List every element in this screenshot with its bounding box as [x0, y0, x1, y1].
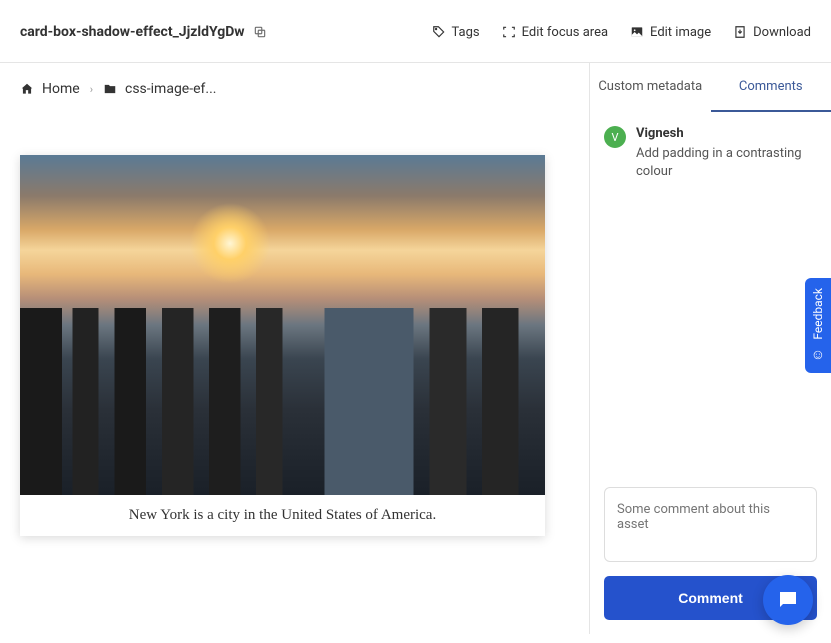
- copy-icon[interactable]: [253, 25, 267, 39]
- download-label: Download: [753, 25, 811, 40]
- tab-metadata[interactable]: Custom metadata: [590, 63, 711, 112]
- main-content: Home › css-image-ef... New York is a cit…: [0, 63, 831, 634]
- download-button[interactable]: Download: [733, 25, 811, 40]
- right-panel: Custom metadata Comments V Vignesh Add p…: [589, 63, 831, 634]
- tag-icon: [432, 25, 446, 39]
- smile-icon: ☺: [811, 346, 825, 363]
- comment-text: Add padding in a contrasting colour: [636, 145, 817, 181]
- edit-focus-button[interactable]: Edit focus area: [502, 25, 608, 40]
- focus-icon: [502, 25, 516, 39]
- asset-title: card-box-shadow-effect_JjzldYgDw: [20, 24, 245, 40]
- image-icon: [630, 25, 644, 39]
- download-icon: [733, 25, 747, 39]
- edit-focus-label: Edit focus area: [522, 25, 608, 40]
- image-caption: New York is a city in the United States …: [20, 495, 545, 536]
- chat-icon: [776, 588, 800, 612]
- breadcrumb-folder[interactable]: css-image-ef...: [103, 81, 216, 97]
- tabs: Custom metadata Comments: [590, 63, 831, 112]
- breadcrumb: Home › css-image-ef...: [20, 81, 569, 97]
- left-panel: Home › css-image-ef... New York is a cit…: [0, 63, 589, 634]
- folder-icon: [103, 82, 117, 96]
- edit-image-button[interactable]: Edit image: [630, 25, 711, 40]
- edit-image-label: Edit image: [650, 25, 711, 40]
- tags-label: Tags: [452, 25, 480, 40]
- comment-author: Vignesh: [636, 126, 817, 141]
- tab-comments[interactable]: Comments: [711, 63, 831, 112]
- comment-content: Vignesh Add padding in a contrasting col…: [636, 126, 817, 181]
- feedback-tab[interactable]: Feedback ☺: [805, 278, 831, 373]
- comment-item: V Vignesh Add padding in a contrasting c…: [604, 126, 817, 181]
- chevron-right-icon: ›: [90, 83, 93, 96]
- comments-list: V Vignesh Add padding in a contrasting c…: [590, 112, 831, 487]
- breadcrumb-home[interactable]: Home: [20, 81, 80, 97]
- title-wrap: card-box-shadow-effect_JjzldYgDw: [20, 24, 267, 40]
- tags-button[interactable]: Tags: [432, 25, 480, 40]
- comment-input[interactable]: [604, 487, 817, 562]
- top-bar: card-box-shadow-effect_JjzldYgDw Tags Ed…: [0, 0, 831, 63]
- preview-image[interactable]: [20, 155, 545, 495]
- breadcrumb-home-label: Home: [42, 81, 80, 97]
- image-card: New York is a city in the United States …: [20, 155, 545, 536]
- avatar: V: [604, 126, 626, 148]
- breadcrumb-folder-label: css-image-ef...: [125, 81, 216, 97]
- chat-launcher[interactable]: [763, 575, 813, 625]
- home-icon: [20, 82, 34, 96]
- actions: Tags Edit focus area Edit image Download: [432, 25, 811, 40]
- feedback-label: Feedback: [811, 288, 825, 340]
